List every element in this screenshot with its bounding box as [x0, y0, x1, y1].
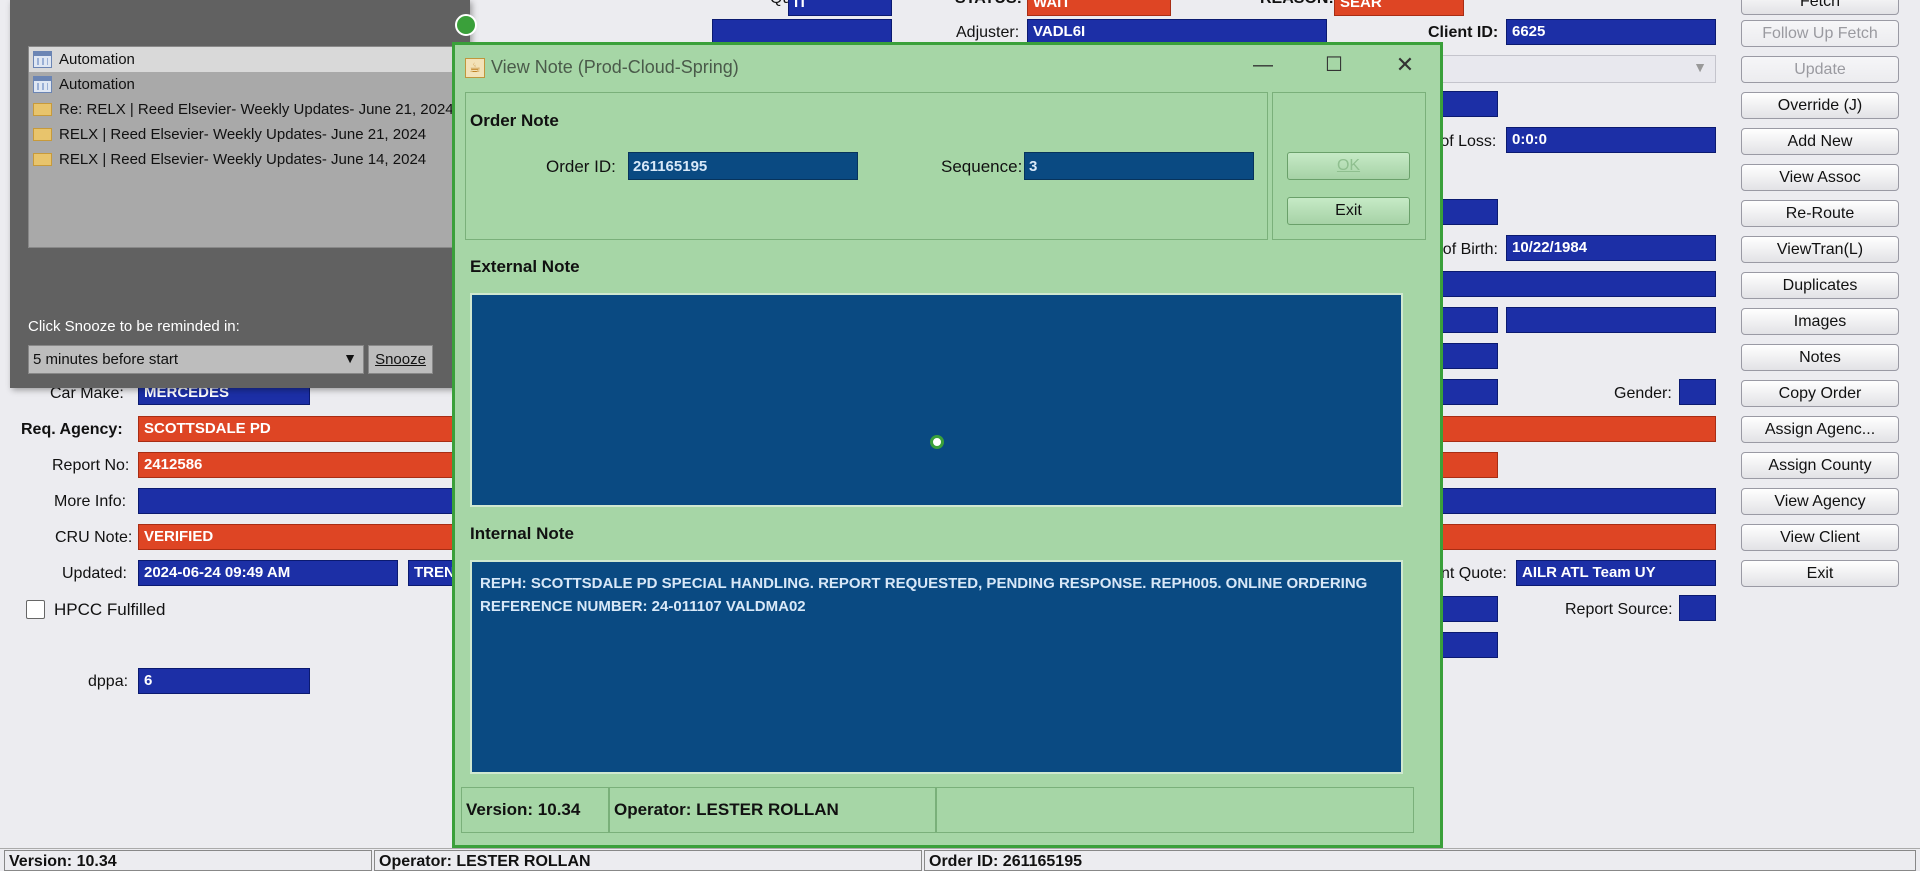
- java-app-icon: ☕: [465, 58, 485, 78]
- snooze-select[interactable]: 5 minutes before start ▼: [28, 345, 364, 374]
- order-note-actions: OK Exit: [1272, 92, 1426, 240]
- status-version: Version: 10.34: [4, 850, 372, 871]
- external-note-textarea[interactable]: [470, 293, 1403, 507]
- reminder-popup: Automation Automation Re: RELX | Reed Else…: [10, 0, 470, 388]
- reminder-item[interactable]: RELX | Reed Elsevier- Weekly Updates- Ju…: [29, 122, 469, 147]
- calendar-icon: [33, 51, 52, 68]
- gender-field[interactable]: [1679, 379, 1716, 405]
- ok-button[interactable]: OK: [1287, 152, 1410, 180]
- view-client-button[interactable]: View Client: [1741, 524, 1899, 551]
- reminder-item-label: RELX | Reed Elsevier- Weekly Updates- Ju…: [59, 126, 427, 143]
- queue-field[interactable]: IT: [788, 0, 892, 16]
- cru-note-label: CRU Note:: [55, 529, 133, 546]
- date-of-birth-field[interactable]: 10/22/1984: [1506, 235, 1716, 261]
- override-button[interactable]: Override (J): [1741, 92, 1899, 119]
- client-quote-field[interactable]: AILR ATL Team UY: [1516, 560, 1716, 586]
- sequence-label: Sequence:: [941, 157, 1023, 176]
- minimize-icon[interactable]: —: [1241, 49, 1285, 81]
- images-button[interactable]: Images: [1741, 308, 1899, 335]
- reminder-item[interactable]: Automation: [29, 72, 469, 97]
- external-note-title: External Note: [470, 257, 580, 276]
- snooze-prompt: Click Snooze to be reminded in:: [28, 318, 240, 335]
- assign-county-button[interactable]: Assign County: [1741, 452, 1899, 479]
- hpcc-checkbox[interactable]: [26, 600, 45, 619]
- chevron-down-icon: ▼: [343, 350, 357, 366]
- duplicates-button[interactable]: Duplicates: [1741, 272, 1899, 299]
- cursor-marker-icon: [930, 435, 944, 449]
- blank-field-f[interactable]: [1506, 307, 1716, 333]
- updated-field[interactable]: 2024-06-24 09:49 AM: [138, 560, 398, 586]
- status-operator: Operator: LESTER ROLLAN: [374, 850, 922, 871]
- status-order-id: Order ID: 261165195: [924, 850, 1916, 871]
- updated-label: Updated:: [62, 565, 127, 582]
- view-agency-button[interactable]: View Agency: [1741, 488, 1899, 515]
- date-of-loss-field[interactable]: 0:0:0: [1506, 127, 1716, 153]
- snooze-select-value: 5 minutes before start: [33, 351, 179, 368]
- follow-up-fetch-button[interactable]: Follow Up Fetch: [1741, 20, 1899, 47]
- envelope-icon: [33, 153, 52, 166]
- order-note-title: Order Note: [470, 111, 559, 130]
- req-agency-label: Req. Agency:: [21, 421, 123, 438]
- adjuster-label: Adjuster:: [956, 24, 1020, 41]
- dialog-version: Version: 10.34: [461, 787, 609, 833]
- hpcc-label: HPCC Fulfilled: [54, 600, 166, 619]
- status-bar: Version: 10.34 Operator: LESTER ROLLAN O…: [0, 848, 1920, 871]
- snooze-button[interactable]: Snooze: [368, 345, 433, 374]
- update-button[interactable]: Update: [1741, 56, 1899, 83]
- reminder-item-label: RELX | Reed Elsevier- Weekly Updates- Ju…: [59, 151, 427, 168]
- client-id-label: Client ID:: [1428, 24, 1499, 41]
- reminder-list: Automation Automation Re: RELX | Reed Else…: [28, 46, 470, 248]
- exit-button[interactable]: Exit: [1287, 197, 1410, 225]
- view-note-dialog: ☕ View Note (Prod-Cloud-Spring) — ☐ ✕ Or…: [452, 42, 1443, 848]
- internal-note-title: Internal Note: [470, 524, 574, 543]
- assign-agency-button[interactable]: Assign Agenc...: [1741, 416, 1899, 443]
- dialog-status-empty: [936, 787, 1414, 833]
- reason-label: REASON:: [1260, 0, 1334, 8]
- order-note-panel: Order Note Order ID: 261165195 Sequence:…: [465, 92, 1268, 240]
- order-id-field[interactable]: 261165195: [628, 152, 858, 180]
- report-source-field[interactable]: [1679, 595, 1716, 621]
- view-assoc-button[interactable]: View Assoc: [1741, 164, 1899, 191]
- more-info-label: More Info:: [54, 493, 127, 510]
- dialog-title: View Note (Prod-Cloud-Spring): [491, 57, 739, 77]
- dppa-field[interactable]: 6: [138, 668, 310, 694]
- reminder-item-label: Automation: [59, 76, 135, 93]
- target-marker-icon: [455, 14, 477, 36]
- reminder-item[interactable]: Re: RELX | Reed Elsevier- Weekly Updates…: [29, 97, 469, 122]
- reminder-item[interactable]: RELX | Reed Elsevier- Weekly Updates- Ju…: [29, 147, 469, 172]
- copy-order-button[interactable]: Copy Order: [1741, 380, 1899, 407]
- gender-label: Gender:: [1614, 385, 1672, 402]
- internal-note-textarea[interactable]: REPH: SCOTTSDALE PD SPECIAL HANDLING. RE…: [470, 560, 1403, 774]
- chevron-down-icon: ▼: [1693, 59, 1707, 75]
- viewtran-button[interactable]: ViewTran(L): [1741, 236, 1899, 263]
- close-icon[interactable]: ✕: [1383, 49, 1427, 81]
- report-source-label: Report Source:: [1565, 601, 1673, 618]
- client-id-field[interactable]: 6625: [1506, 19, 1716, 45]
- status-label: STATUS:: [955, 0, 1022, 8]
- status-field[interactable]: WAIT: [1027, 0, 1171, 16]
- reminder-item-label: Automation: [59, 51, 135, 68]
- order-id-label: Order ID:: [546, 157, 616, 176]
- notes-button[interactable]: Notes: [1741, 344, 1899, 371]
- reminder-item[interactable]: Automation: [29, 47, 469, 72]
- maximize-icon[interactable]: ☐: [1312, 49, 1356, 81]
- report-no-label: Report No:: [52, 457, 130, 474]
- reason-field[interactable]: SEAR: [1334, 0, 1464, 16]
- sequence-field[interactable]: 3: [1024, 152, 1254, 180]
- dialog-operator: Operator: LESTER ROLLAN: [609, 787, 936, 833]
- add-new-button[interactable]: Add New: [1741, 128, 1899, 155]
- internal-note-text: REPH: SCOTTSDALE PD SPECIAL HANDLING. RE…: [480, 575, 1368, 615]
- calendar-icon: [33, 76, 52, 93]
- dppa-label: dppa:: [88, 673, 129, 690]
- reminder-item-label: Re: RELX | Reed Elsevier- Weekly Updates…: [59, 101, 454, 118]
- envelope-icon: [33, 128, 52, 141]
- exit-main-button[interactable]: Exit: [1741, 560, 1899, 587]
- disabled-dropdown[interactable]: ▼: [1440, 55, 1716, 83]
- envelope-icon: [33, 103, 52, 116]
- blank-field-d[interactable]: [1432, 271, 1716, 297]
- fetch-button[interactable]: Fetch: [1741, 0, 1899, 15]
- re-route-button[interactable]: Re-Route: [1741, 200, 1899, 227]
- dialog-titlebar: ☕ View Note (Prod-Cloud-Spring) — ☐ ✕: [455, 45, 1440, 89]
